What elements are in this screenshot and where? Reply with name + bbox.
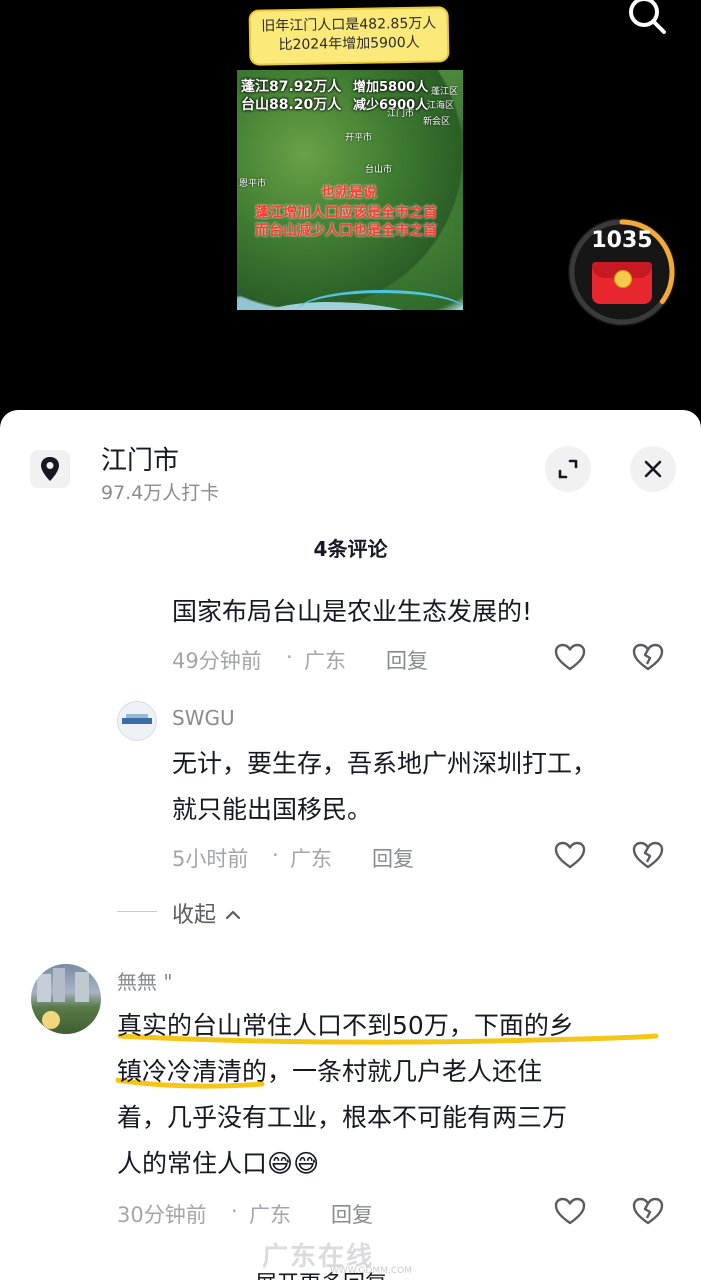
reply-button[interactable]: 回复 bbox=[372, 843, 414, 873]
meta-separator: · bbox=[286, 645, 293, 669]
like-heart-icon[interactable] bbox=[554, 840, 586, 870]
comment-text-line: 无计，要生存，吾系地广州深圳打工， bbox=[172, 749, 598, 778]
chevron-up-icon bbox=[225, 910, 241, 920]
avatar[interactable] bbox=[31, 964, 101, 1034]
search-icon[interactable] bbox=[624, 0, 670, 38]
comment-text-line: 着，几乎没有工业，根本不可能有两三万 bbox=[117, 1103, 568, 1132]
map-river bbox=[297, 290, 463, 310]
redpacket-count: 1035 bbox=[591, 228, 653, 253]
redpacket-icon bbox=[592, 262, 652, 304]
reply-button[interactable]: 回复 bbox=[386, 645, 428, 675]
comment-text-line: 人的常住人口😅😅 bbox=[117, 1149, 320, 1178]
map-enping-label: 恩平市 bbox=[239, 179, 267, 189]
map-pengjiang-label: 蓬江区 bbox=[431, 87, 459, 97]
location-name[interactable]: 江门市 bbox=[101, 440, 179, 477]
comment-region: 广东 bbox=[290, 847, 332, 871]
dislike-broken-heart-icon[interactable] bbox=[632, 840, 664, 870]
map-image: 蓬江87.92万人 台山88.20万人 增加5800人 减少6900人 蓬江区 … bbox=[237, 70, 463, 310]
map-caption-1: 也就是说 bbox=[321, 185, 377, 201]
comment-time: 49分钟前 bbox=[172, 649, 262, 673]
comment-author[interactable]: SWGU bbox=[172, 706, 235, 730]
headline-line-2: 比2024年增加5900人 bbox=[278, 34, 420, 54]
comment-text-line: 真实的台山常住人口不到50万，下面的乡 bbox=[117, 1011, 574, 1040]
map-xinhui-label: 新会区 bbox=[423, 117, 451, 127]
collapse-label: 收起 bbox=[172, 903, 217, 928]
comment-text: 国家布局台山是农业生态发展的! bbox=[172, 597, 533, 626]
comment-count-title: 4条评论 bbox=[313, 537, 388, 561]
comment-region: 广东 bbox=[304, 649, 346, 673]
avatar[interactable] bbox=[117, 701, 157, 741]
map-increase: 增加5800人 bbox=[353, 80, 429, 95]
map-taishan-population: 台山88.20万人 bbox=[241, 97, 342, 113]
expand-button[interactable] bbox=[545, 446, 591, 492]
comment-text-line: 就只能出国移民。 bbox=[172, 795, 373, 824]
map-caption-2: 蓬江增加人口应该是全市之首 bbox=[255, 205, 437, 221]
map-jiangmen-label: 江门市 bbox=[387, 109, 415, 119]
map-kaiping-label: 开平市 bbox=[345, 133, 373, 143]
collapse-divider bbox=[117, 911, 157, 912]
map-pengjiang-population: 蓬江87.92万人 bbox=[241, 79, 342, 95]
meta-separator: · bbox=[231, 1199, 238, 1223]
close-icon bbox=[644, 460, 662, 478]
redpacket-widget[interactable]: 1035 bbox=[568, 218, 676, 326]
like-heart-icon[interactable] bbox=[554, 1196, 586, 1226]
headline-bubble: 旧年江门人口是482.85万人 比2024年增加5900人 bbox=[248, 6, 450, 66]
comment-region: 广东 bbox=[249, 1203, 291, 1227]
reply-button[interactable]: 回复 bbox=[331, 1199, 373, 1229]
map-taishan-label: 台山市 bbox=[365, 165, 393, 175]
expand-icon bbox=[558, 459, 578, 479]
comment-time: 5小时前 bbox=[172, 847, 249, 871]
location-pin-icon bbox=[30, 450, 70, 488]
comment-author[interactable]: 無無 " bbox=[117, 966, 173, 995]
close-button[interactable] bbox=[630, 446, 676, 492]
comment-time: 30分钟前 bbox=[117, 1203, 207, 1227]
map-caption-3: 而台山减少人口也是全市之首 bbox=[255, 223, 437, 239]
map-jianghai-label: 江海区 bbox=[427, 101, 455, 111]
comment-text-line: 镇冷冷清清的，一条村就几户老人还住 bbox=[117, 1057, 543, 1086]
collapse-replies-button[interactable]: 收起 bbox=[172, 897, 243, 929]
meta-separator: · bbox=[272, 843, 279, 867]
dislike-broken-heart-icon[interactable] bbox=[632, 642, 664, 672]
watermark-url: WWW.GDMM.COM bbox=[330, 1266, 412, 1276]
dislike-broken-heart-icon[interactable] bbox=[632, 1196, 664, 1226]
like-heart-icon[interactable] bbox=[554, 642, 586, 672]
checkin-count: 97.4万人打卡 bbox=[101, 482, 220, 504]
